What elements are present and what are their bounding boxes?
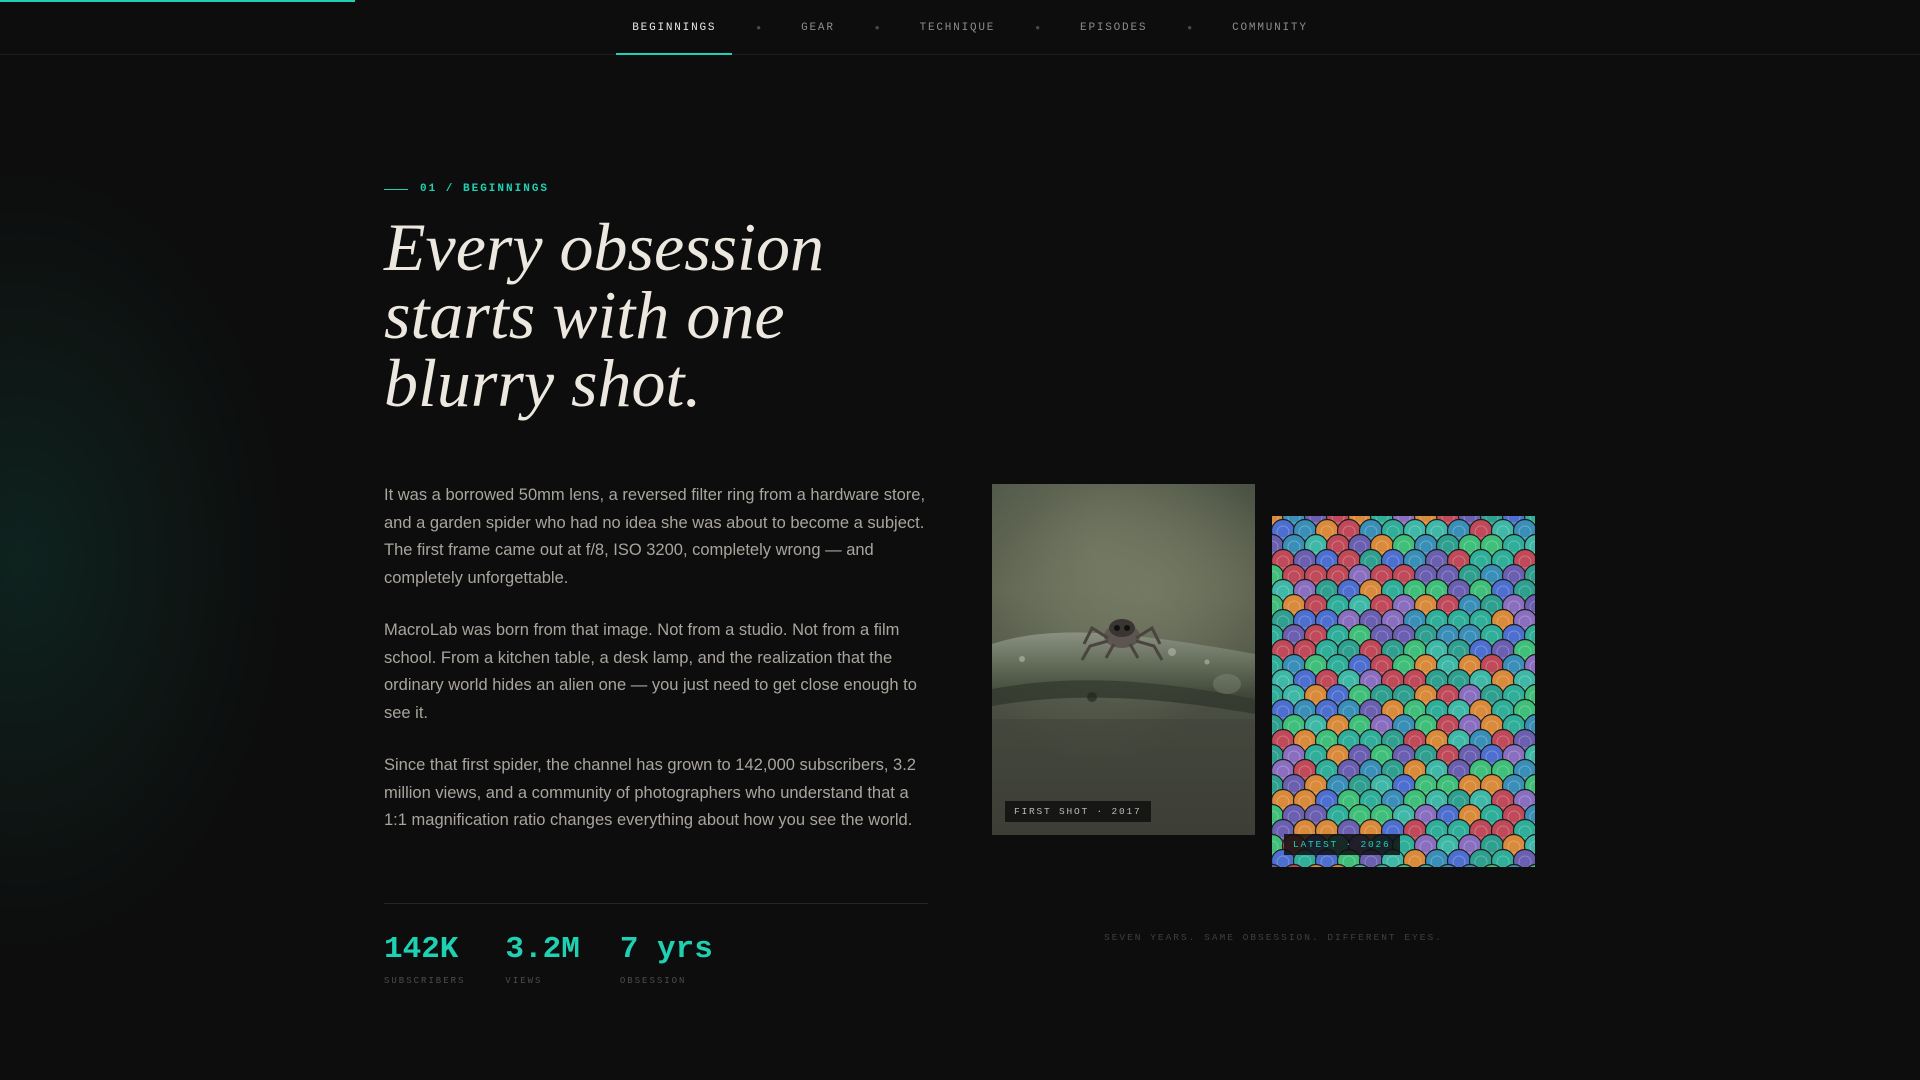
stat-label: OBSESSION [619, 976, 687, 986]
headline-line: Every obsession [384, 209, 825, 285]
stat-label: SUBSCRIBERS [384, 976, 466, 986]
photo-caption: LATEST · 2026 [1284, 834, 1400, 855]
dot-separator-icon: ● [874, 22, 880, 32]
nav-item-community[interactable]: COMMUNITY [1216, 0, 1324, 55]
stat-value: 142K [384, 932, 459, 967]
page: BEGINNINGS ● GEAR ● TECHNIQUE ● EPISODES… [0, 0, 1920, 1080]
stat-views: 3.2M VIEWS [505, 930, 579, 986]
photo-footnote: SEVEN YEARS. SAME OBSESSION. DIFFERENT E… [1104, 932, 1443, 943]
story-paragraph: Since that first spider, the channel has… [384, 756, 916, 829]
stats-row: 142K SUBSCRIBERS 3.2M VIEWS 7 yrs OBSESS… [384, 930, 713, 986]
story-paragraph: It was a borrowed 50mm lens, a reversed … [384, 486, 926, 587]
section-eyebrow: 01 / BEGINNINGS [384, 183, 549, 195]
dot-separator-icon: ● [756, 22, 762, 32]
photo-caption: FIRST SHOT · 2017 [1005, 801, 1151, 822]
dot-separator-icon: ● [1035, 22, 1041, 32]
nav-item-episodes[interactable]: EPISODES [1064, 0, 1163, 55]
stats-divider [384, 903, 928, 904]
nav-item-gear[interactable]: GEAR [785, 0, 851, 55]
iridescent-scales-image [1272, 516, 1535, 867]
stat-label: VIEWS [505, 976, 543, 986]
headline-line: starts with one [384, 277, 785, 353]
headline-line: blurry shot. [384, 345, 702, 421]
nav-item-technique[interactable]: TECHNIQUE [904, 0, 1012, 55]
latest-photo: LATEST · 2026 [1272, 516, 1535, 867]
eyebrow-label: 01 / BEGINNINGS [420, 183, 550, 195]
story-body: It was a borrowed 50mm lens, a reversed … [384, 482, 932, 860]
top-nav: BEGINNINGS ● GEAR ● TECHNIQUE ● EPISODES… [0, 0, 1920, 55]
headline: Every obsession starts with one blurry s… [384, 213, 944, 417]
stat-value: 3.2M [505, 932, 580, 967]
story-paragraph: MacroLab was born from that image. Not f… [384, 621, 917, 722]
stat-obsession: 7 yrs OBSESSION [620, 930, 713, 986]
first-shot-photo: FIRST SHOT · 2017 [992, 484, 1255, 835]
stat-subscribers: 142K SUBSCRIBERS [384, 930, 465, 986]
dot-separator-icon: ● [1187, 22, 1193, 32]
stat-value: 7 yrs [619, 932, 713, 967]
spider-on-leaf-image [992, 484, 1255, 835]
eyebrow-line [384, 188, 408, 190]
nav-item-beginnings[interactable]: BEGINNINGS [616, 0, 733, 55]
